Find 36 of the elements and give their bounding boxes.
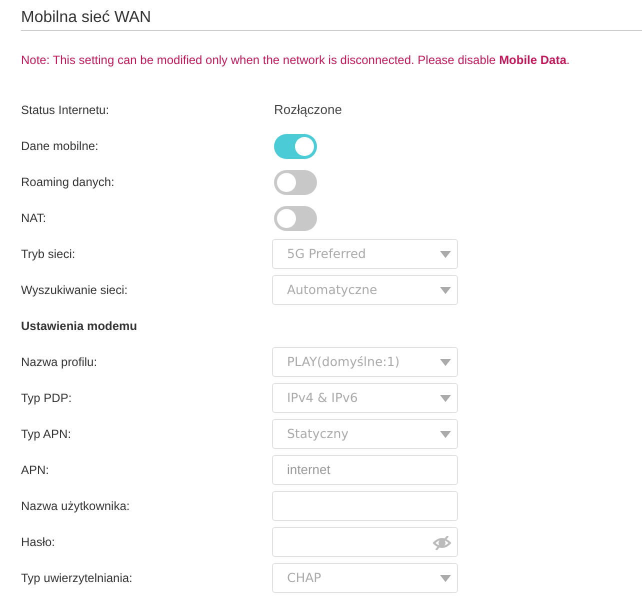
field-label: Status Internetu: (21, 102, 110, 119)
field-label: Typ APN: (21, 426, 72, 443)
field-label: Roaming danych: (21, 174, 116, 191)
input-field[interactable] (272, 491, 458, 521)
section-heading: Ustawienia modemu (21, 318, 138, 335)
toggle-switch[interactable] (274, 170, 317, 194)
field-label: Nazwa profilu: (21, 354, 98, 371)
note-text: Note: This setting can be modified only when the network is disconnected. Please disable Mobile Data. (21, 52, 571, 68)
caret-icon (440, 359, 451, 366)
password-field[interactable] (272, 527, 458, 557)
eye-slash-icon[interactable] (433, 536, 451, 550)
field-label: Typ uwierzytelniania: (21, 570, 134, 587)
field-label: NAT: (21, 210, 48, 227)
field-label: Typ PDP: (21, 390, 73, 407)
dropdown[interactable]: Statyczny (272, 419, 458, 449)
field-label: Hasło: (21, 534, 56, 551)
caret-icon (440, 287, 451, 294)
field-label: Wyszukiwanie sieci: (21, 282, 129, 299)
input-field[interactable]: internet (272, 455, 458, 485)
toggle-switch[interactable] (274, 134, 317, 158)
page-title: Mobilna sieć WAN (21, 8, 152, 28)
toggle-switch[interactable] (274, 206, 317, 230)
field-label: Dane mobilne: (21, 138, 100, 155)
dropdown[interactable]: Automatyczne (272, 275, 458, 305)
field-label: Tryb sieci: (21, 246, 76, 263)
dropdown[interactable]: PLAY(domyślne:1) (272, 347, 458, 377)
caret-icon (440, 251, 451, 258)
field-label: Nazwa użytkownika: (21, 498, 131, 515)
status-value: Rozłączone (273, 101, 342, 120)
caret-icon (440, 395, 451, 402)
caret-icon (440, 575, 451, 582)
caret-icon (440, 431, 451, 438)
dropdown[interactable]: 5G Preferred (272, 239, 458, 269)
field-label: APN: (21, 462, 50, 479)
dropdown[interactable]: IPv4 & IPv6 (272, 383, 458, 413)
dropdown[interactable]: CHAP (272, 563, 458, 593)
